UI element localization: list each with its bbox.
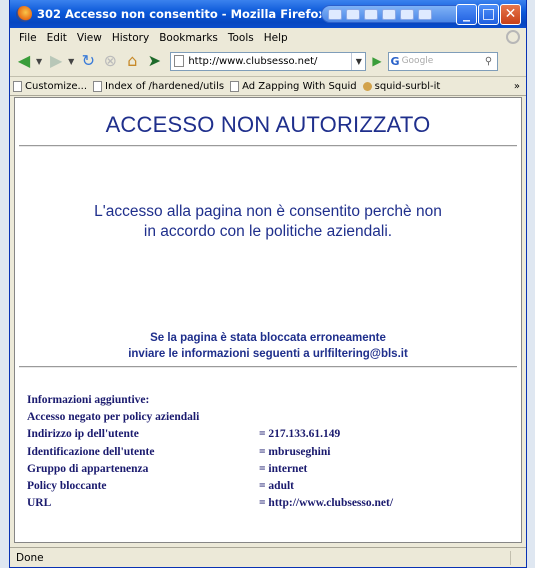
info-row: Indirizzo ip dell'utente = 217.133.61.149 (27, 426, 497, 443)
go-icon[interactable]: ▶ (372, 54, 381, 68)
status-bar: Done (10, 547, 526, 567)
info-value: = mbruseghini (259, 445, 331, 458)
menu-history[interactable]: History (107, 32, 154, 44)
info-label: URL (27, 497, 52, 510)
back-dropdown-icon[interactable]: ▼ (36, 57, 42, 66)
close-button[interactable]: ✕ (500, 4, 521, 25)
forward-dropdown-icon[interactable]: ▼ (68, 57, 74, 66)
bookmark-label: Index of /hardened/utils (105, 80, 225, 92)
navigation-toolbar: ◀ ▼ ▶ ▼ ↻ ⊗ ⌂ ➤ http://www.clubsesso.net… (10, 47, 526, 75)
info-reason: Accesso negato per policy aziendali (27, 411, 200, 424)
bookmarks-overflow-icon[interactable]: » (514, 81, 520, 92)
page-title: ACCESSO NON AUTORIZZATO (105, 112, 431, 137)
search-icon[interactable]: ⚲ (481, 53, 497, 70)
bookmark-item[interactable]: Ad Zapping With Squid (230, 80, 357, 92)
page-icon (174, 55, 185, 67)
contact-message: Se la pagina è stata bloccata erroneamen… (15, 330, 521, 362)
bookmark-label: squid-surbl-it (374, 80, 441, 92)
bookmark-icon[interactable]: ➤ (144, 51, 164, 71)
browser-window: 302 Accesso non consentito - Mozilla Fir… (9, 0, 527, 568)
stop-icon[interactable]: ⊗ (100, 51, 120, 71)
info-label: Indirizzo ip dell'utente (27, 428, 139, 441)
info-value: = internet (259, 462, 308, 475)
back-icon[interactable]: ◀ (14, 51, 34, 71)
message-line: L'accesso alla pagina non è consentito p… (94, 203, 442, 220)
page-content: ACCESSO NON AUTORIZZATO L'accesso alla p… (14, 97, 522, 543)
info-row: URL = http://www.clubsesso.net/ (27, 495, 497, 512)
status-text: Done (16, 552, 44, 564)
title-bar[interactable]: 302 Accesso non consentito - Mozilla Fir… (10, 0, 526, 28)
google-icon[interactable]: G (391, 55, 400, 68)
throbber-icon (506, 30, 520, 44)
access-denied-message: L'accesso alla pagina non è consentito p… (15, 202, 521, 242)
tray-icon (382, 8, 396, 20)
tray-icon (346, 8, 360, 20)
tray-icon (364, 8, 378, 20)
menu-view[interactable]: View (72, 32, 107, 44)
firefox-icon (16, 6, 32, 22)
bookmark-label: Ad Zapping With Squid (242, 80, 357, 92)
message-line: inviare le informazioni seguenti a urlfi… (128, 348, 408, 360)
page-icon (93, 80, 103, 92)
page-icon (13, 80, 22, 92)
divider (19, 366, 517, 368)
bookmark-item[interactable]: Customize... (13, 80, 88, 92)
bookmark-label: Customize... (25, 80, 88, 92)
forward-icon[interactable]: ▶ (46, 51, 66, 71)
info-value: = http://www.clubsesso.net/ (259, 497, 394, 510)
menu-edit[interactable]: Edit (42, 32, 72, 44)
info-label: Identificazione dell'utente (27, 445, 155, 458)
menu-file[interactable]: File (14, 32, 42, 44)
menu-tools[interactable]: Tools (223, 32, 259, 44)
home-icon[interactable]: ⌂ (122, 51, 142, 71)
feed-icon (362, 81, 372, 91)
menu-bookmarks[interactable]: Bookmarks (154, 32, 223, 44)
taskbar-tray (321, 5, 465, 23)
tray-icon (400, 8, 414, 20)
info-label: Gruppo di appartenenza (27, 462, 149, 475)
resize-grip-icon[interactable] (510, 551, 522, 565)
info-row: Identificazione dell'utente = mbruseghini (27, 444, 497, 461)
info-row: Policy bloccante = adult (27, 478, 497, 495)
url-text: http://www.clubsesso.net/ (188, 55, 318, 67)
bookmark-item[interactable]: Index of /hardened/utils (93, 80, 225, 92)
info-row: Gruppo di appartenenza = internet (27, 461, 497, 478)
tray-icon (328, 8, 342, 20)
reload-icon[interactable]: ↻ (78, 51, 98, 71)
divider (19, 145, 517, 147)
minimize-button[interactable]: _ (456, 4, 477, 25)
bookmark-item[interactable]: squid-surbl-it (362, 80, 441, 92)
info-value: = adult (259, 480, 294, 493)
search-input[interactable]: G Google ⚲ (387, 51, 498, 71)
info-title: Informazioni aggiuntive: (27, 394, 150, 406)
url-bar[interactable]: http://www.clubsesso.net/ ▼ (170, 51, 367, 71)
tray-icon (418, 8, 432, 20)
message-line: Se la pagina è stata bloccata erroneamen… (150, 332, 386, 344)
maximize-button[interactable]: □ (478, 4, 499, 25)
menu-help[interactable]: Help (259, 32, 293, 44)
bookmarks-toolbar: Customize... Index of /hardened/utils Ad… (10, 76, 526, 96)
search-placeholder: Google (401, 56, 434, 66)
additional-info: Informazioni aggiuntive: Accesso negato … (27, 392, 497, 512)
page-icon (230, 80, 240, 92)
info-label: Policy bloccante (27, 480, 107, 493)
message-line: in accordo con le politiche aziendali. (143, 223, 393, 240)
menu-bar: File Edit View History Bookmarks Tools H… (10, 28, 526, 47)
info-value: = 217.133.61.149 (259, 428, 341, 441)
window-title: 302 Accesso non consentito - Mozilla Fir… (37, 7, 326, 21)
url-dropdown-icon[interactable]: ▼ (351, 52, 365, 70)
